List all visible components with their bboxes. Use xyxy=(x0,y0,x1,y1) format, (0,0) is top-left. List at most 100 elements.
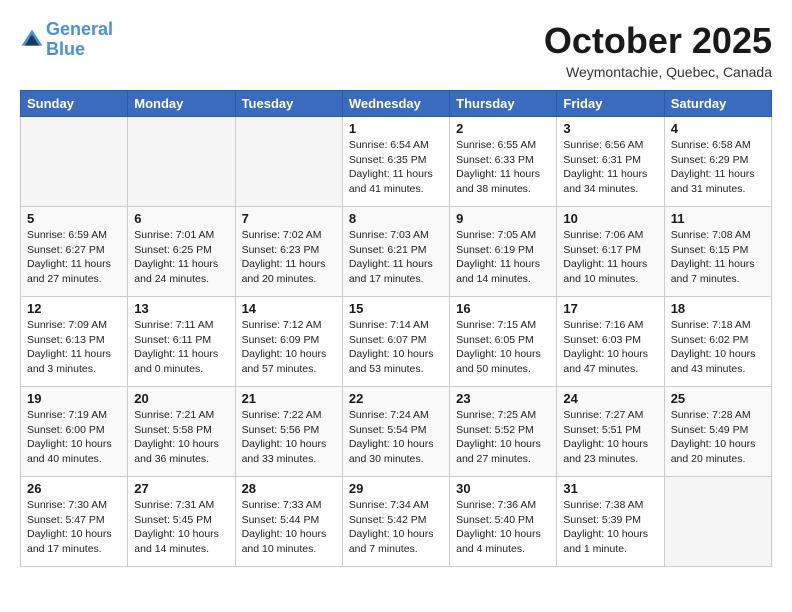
calendar-cell: 24 Sunrise: 7:27 AM Sunset: 5:51 PM Dayli… xyxy=(557,387,664,477)
day-info: Sunrise: 6:55 AM Sunset: 6:33 PM Dayligh… xyxy=(456,138,550,197)
day-number: 12 xyxy=(27,301,121,316)
day-info: Sunrise: 7:11 AM Sunset: 6:11 PM Dayligh… xyxy=(134,318,228,377)
day-info: Sunrise: 6:54 AM Sunset: 6:35 PM Dayligh… xyxy=(349,138,443,197)
day-number: 31 xyxy=(563,481,657,496)
day-info: Sunrise: 7:31 AM Sunset: 5:45 PM Dayligh… xyxy=(134,498,228,557)
day-info: Sunrise: 7:05 AM Sunset: 6:19 PM Dayligh… xyxy=(456,228,550,287)
calendar-cell: 22 Sunrise: 7:24 AM Sunset: 5:54 PM Dayli… xyxy=(342,387,449,477)
day-number: 30 xyxy=(456,481,550,496)
calendar-cell: 5Sunrise: 6:59 AM Sunset: 6:27 PM Daylig… xyxy=(21,207,128,297)
day-number: 16 xyxy=(456,301,550,316)
day-info: Sunrise: 7:22 AM Sunset: 5:56 PM Dayligh… xyxy=(242,408,336,467)
day-number: 18 xyxy=(671,301,765,316)
day-info: Sunrise: 7:18 AM Sunset: 6:02 PM Dayligh… xyxy=(671,318,765,377)
calendar-cell: 1 Sunrise: 6:54 AM Sunset: 6:35 PM Daylig… xyxy=(342,117,449,207)
calendar-cell: 3 Sunrise: 6:56 AM Sunset: 6:31 PM Daylig… xyxy=(557,117,664,207)
calendar-cell: 13Sunrise: 7:11 AM Sunset: 6:11 PM Dayli… xyxy=(128,297,235,387)
calendar-cell: 21 Sunrise: 7:22 AM Sunset: 5:56 PM Dayli… xyxy=(235,387,342,477)
calendar-cell: 16 Sunrise: 7:15 AM Sunset: 6:05 PM Dayli… xyxy=(450,297,557,387)
calendar-cell: 4Sunrise: 6:58 AM Sunset: 6:29 PM Daylig… xyxy=(664,117,771,207)
day-info: Sunrise: 7:27 AM Sunset: 5:51 PM Dayligh… xyxy=(563,408,657,467)
day-number: 7 xyxy=(242,211,336,226)
day-header-wednesday: Wednesday xyxy=(342,91,449,117)
calendar-cell: 26 Sunrise: 7:30 AM Sunset: 5:47 PM Dayli… xyxy=(21,477,128,567)
day-number: 25 xyxy=(671,391,765,406)
day-number: 6 xyxy=(134,211,228,226)
calendar-cell: 29Sunrise: 7:34 AM Sunset: 5:42 PM Dayli… xyxy=(342,477,449,567)
day-number: 20 xyxy=(134,391,228,406)
calendar-cell: 30 Sunrise: 7:36 AM Sunset: 5:40 PM Dayli… xyxy=(450,477,557,567)
day-number: 1 xyxy=(349,121,443,136)
calendar-cell xyxy=(664,477,771,567)
day-info: Sunrise: 7:25 AM Sunset: 5:52 PM Dayligh… xyxy=(456,408,550,467)
calendar-cell: 17Sunrise: 7:16 AM Sunset: 6:03 PM Dayli… xyxy=(557,297,664,387)
day-number: 17 xyxy=(563,301,657,316)
day-info: Sunrise: 7:02 AM Sunset: 6:23 PM Dayligh… xyxy=(242,228,336,287)
day-number: 29 xyxy=(349,481,443,496)
day-number: 4 xyxy=(671,121,765,136)
month-title: October 2025 xyxy=(544,20,772,62)
calendar-cell: 11 Sunrise: 7:08 AM Sunset: 6:15 PM Dayli… xyxy=(664,207,771,297)
calendar-cell: 20 Sunrise: 7:21 AM Sunset: 5:58 PM Dayli… xyxy=(128,387,235,477)
day-number: 22 xyxy=(349,391,443,406)
logo-icon xyxy=(20,28,44,52)
day-number: 3 xyxy=(563,121,657,136)
day-info: Sunrise: 7:08 AM Sunset: 6:15 PM Dayligh… xyxy=(671,228,765,287)
day-info: Sunrise: 7:15 AM Sunset: 6:05 PM Dayligh… xyxy=(456,318,550,377)
day-header-saturday: Saturday xyxy=(664,91,771,117)
calendar-cell: 15 Sunrise: 7:14 AM Sunset: 6:07 PM Dayli… xyxy=(342,297,449,387)
calendar-cell: 9 Sunrise: 7:05 AM Sunset: 6:19 PM Daylig… xyxy=(450,207,557,297)
days-header-row: SundayMondayTuesdayWednesdayThursdayFrid… xyxy=(21,91,772,117)
calendar-cell: 12 Sunrise: 7:09 AM Sunset: 6:13 PM Dayli… xyxy=(21,297,128,387)
day-number: 21 xyxy=(242,391,336,406)
calendar-cell: 28Sunrise: 7:33 AM Sunset: 5:44 PM Dayli… xyxy=(235,477,342,567)
calendar-cell: 7 Sunrise: 7:02 AM Sunset: 6:23 PM Daylig… xyxy=(235,207,342,297)
day-info: Sunrise: 7:06 AM Sunset: 6:17 PM Dayligh… xyxy=(563,228,657,287)
day-info: Sunrise: 7:36 AM Sunset: 5:40 PM Dayligh… xyxy=(456,498,550,557)
day-number: 9 xyxy=(456,211,550,226)
calendar-cell: 8Sunrise: 7:03 AM Sunset: 6:21 PM Daylig… xyxy=(342,207,449,297)
day-info: Sunrise: 7:24 AM Sunset: 5:54 PM Dayligh… xyxy=(349,408,443,467)
header: General Blue October 2025 Weymontachie, … xyxy=(20,20,772,80)
calendar-cell: 27 Sunrise: 7:31 AM Sunset: 5:45 PM Dayli… xyxy=(128,477,235,567)
calendar-cell: 2Sunrise: 6:55 AM Sunset: 6:33 PM Daylig… xyxy=(450,117,557,207)
calendar-cell: 25 Sunrise: 7:28 AM Sunset: 5:49 PM Dayli… xyxy=(664,387,771,477)
day-number: 27 xyxy=(134,481,228,496)
day-number: 15 xyxy=(349,301,443,316)
day-header-sunday: Sunday xyxy=(21,91,128,117)
week-row-2: 5Sunrise: 6:59 AM Sunset: 6:27 PM Daylig… xyxy=(21,207,772,297)
day-header-friday: Friday xyxy=(557,91,664,117)
location: Weymontachie, Quebec, Canada xyxy=(544,64,772,80)
day-info: Sunrise: 7:09 AM Sunset: 6:13 PM Dayligh… xyxy=(27,318,121,377)
day-number: 23 xyxy=(456,391,550,406)
day-number: 26 xyxy=(27,481,121,496)
day-info: Sunrise: 7:14 AM Sunset: 6:07 PM Dayligh… xyxy=(349,318,443,377)
calendar-cell: 31 Sunrise: 7:38 AM Sunset: 5:39 PM Dayli… xyxy=(557,477,664,567)
day-info: Sunrise: 7:30 AM Sunset: 5:47 PM Dayligh… xyxy=(27,498,121,557)
logo-text: General Blue xyxy=(46,20,113,60)
calendar-cell: 23 Sunrise: 7:25 AM Sunset: 5:52 PM Dayli… xyxy=(450,387,557,477)
day-info: Sunrise: 7:38 AM Sunset: 5:39 PM Dayligh… xyxy=(563,498,657,557)
day-number: 28 xyxy=(242,481,336,496)
calendar-cell xyxy=(21,117,128,207)
calendar-cell: 18 Sunrise: 7:18 AM Sunset: 6:02 PM Dayli… xyxy=(664,297,771,387)
day-info: Sunrise: 7:19 AM Sunset: 6:00 PM Dayligh… xyxy=(27,408,121,467)
day-number: 11 xyxy=(671,211,765,226)
day-info: Sunrise: 6:56 AM Sunset: 6:31 PM Dayligh… xyxy=(563,138,657,197)
day-number: 19 xyxy=(27,391,121,406)
day-number: 24 xyxy=(563,391,657,406)
day-info: Sunrise: 7:01 AM Sunset: 6:25 PM Dayligh… xyxy=(134,228,228,287)
calendar: SundayMondayTuesdayWednesdayThursdayFrid… xyxy=(20,90,772,567)
page-container: General Blue October 2025 Weymontachie, … xyxy=(0,0,792,577)
calendar-cell: 6 Sunrise: 7:01 AM Sunset: 6:25 PM Daylig… xyxy=(128,207,235,297)
title-block: October 2025 Weymontachie, Quebec, Canad… xyxy=(544,20,772,80)
week-row-5: 26 Sunrise: 7:30 AM Sunset: 5:47 PM Dayli… xyxy=(21,477,772,567)
day-info: Sunrise: 7:21 AM Sunset: 5:58 PM Dayligh… xyxy=(134,408,228,467)
week-row-4: 19 Sunrise: 7:19 AM Sunset: 6:00 PM Dayli… xyxy=(21,387,772,477)
day-info: Sunrise: 7:28 AM Sunset: 5:49 PM Dayligh… xyxy=(671,408,765,467)
day-number: 5 xyxy=(27,211,121,226)
calendar-cell: 14Sunrise: 7:12 AM Sunset: 6:09 PM Dayli… xyxy=(235,297,342,387)
day-number: 14 xyxy=(242,301,336,316)
calendar-cell: 10Sunrise: 7:06 AM Sunset: 6:17 PM Dayli… xyxy=(557,207,664,297)
logo: General Blue xyxy=(20,20,113,60)
